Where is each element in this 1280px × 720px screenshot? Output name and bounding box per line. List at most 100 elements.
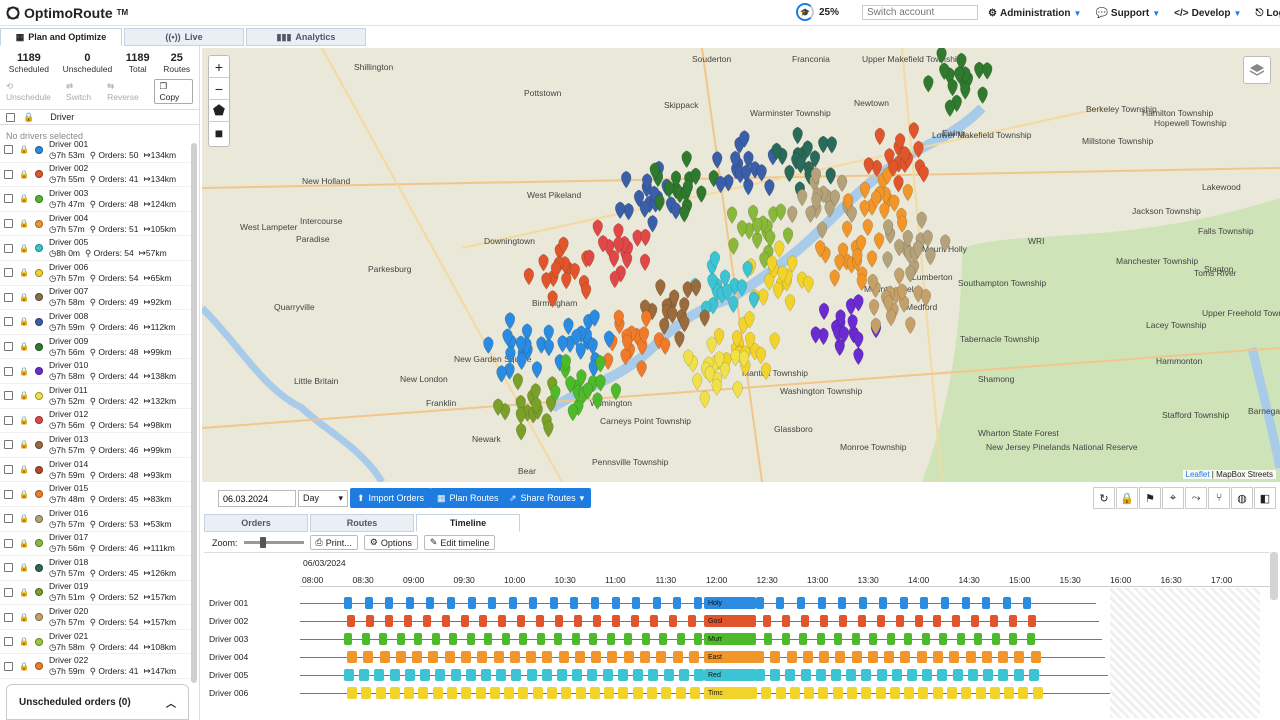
timeline-stop[interactable] xyxy=(361,687,372,699)
route-map[interactable]: Shillington Pottstown Souderton Franconia Up… xyxy=(202,48,1280,482)
timeline-stop[interactable] xyxy=(914,615,923,627)
timeline-stop[interactable] xyxy=(519,633,527,645)
timeline-stop[interactable] xyxy=(904,687,915,699)
panel-toggle-icon[interactable]: ◧ xyxy=(1254,487,1276,509)
driver-checkbox[interactable] xyxy=(4,587,13,597)
timeline-stop[interactable] xyxy=(673,597,682,609)
plan-routes-button[interactable]: ▦ Plan Routes xyxy=(430,488,506,508)
timeline-stop[interactable] xyxy=(611,615,620,627)
timeline-stop[interactable] xyxy=(555,615,564,627)
timeline-stop[interactable] xyxy=(688,651,699,663)
timeline-stop[interactable] xyxy=(886,633,895,645)
timeline-stop[interactable] xyxy=(641,633,650,645)
timeline-break[interactable]: Murr xyxy=(704,633,756,645)
lock-icon[interactable]: 🔒 xyxy=(19,662,29,671)
driver-checkbox[interactable] xyxy=(4,440,13,450)
timeline-stop[interactable] xyxy=(672,651,683,663)
lock-icon[interactable]: 🔒 xyxy=(1116,487,1138,509)
timeline-stop[interactable] xyxy=(802,651,813,663)
timeline-stop[interactable] xyxy=(675,687,686,699)
driver-checkbox[interactable] xyxy=(4,563,13,573)
timeline-stop[interactable] xyxy=(623,651,634,663)
timeline-stop[interactable] xyxy=(678,669,689,681)
timeline-stop[interactable] xyxy=(975,687,986,699)
timeline-stop[interactable] xyxy=(981,651,992,663)
driver-checkbox[interactable] xyxy=(4,514,13,524)
timeline-stop[interactable] xyxy=(694,669,704,681)
timeline-stop[interactable] xyxy=(488,597,497,609)
timeline-stop[interactable] xyxy=(475,687,486,699)
timeline-stop[interactable] xyxy=(648,669,659,681)
timeline-stop[interactable] xyxy=(446,597,455,609)
timeline-stop[interactable] xyxy=(1013,669,1024,681)
timeline-stop[interactable] xyxy=(640,651,651,663)
driver-row[interactable]: 🔒 Driver 022 ◷7h 59m ⚲ Orders: 41 ↦147km xyxy=(0,654,192,680)
driver-row[interactable]: 🔒 Driver 010 ◷7h 58m ⚲ Orders: 44 ↦138km xyxy=(0,359,192,384)
timeline-stop[interactable] xyxy=(385,597,394,609)
driver-checkbox[interactable] xyxy=(4,317,13,327)
unscheduled-orders-panel[interactable]: Unscheduled orders (0) ︿ xyxy=(6,684,189,720)
timeline-stop[interactable] xyxy=(834,633,842,645)
draw-rectangle-icon[interactable]: ■ xyxy=(208,122,230,144)
timeline-stop[interactable] xyxy=(589,633,597,645)
driver-row[interactable]: 🔒 Driver 021 ◷7h 58m ⚲ Orders: 44 ↦108km xyxy=(0,630,192,655)
timeline-stop[interactable] xyxy=(589,687,600,699)
timeline-stop[interactable] xyxy=(441,615,450,627)
driver-checkbox[interactable] xyxy=(4,194,13,204)
lock-icon[interactable]: 🔒 xyxy=(19,219,29,228)
driver-checkbox[interactable] xyxy=(4,489,13,499)
timeline-stop[interactable] xyxy=(770,669,781,681)
lock-icon[interactable]: 🔒 xyxy=(19,244,29,253)
timeline-stop[interactable] xyxy=(817,597,826,609)
edit-timeline-button[interactable]: ✎ Edit timeline xyxy=(423,535,496,550)
timeline-stop[interactable] xyxy=(804,687,815,699)
driver-checkbox[interactable] xyxy=(4,366,13,376)
timeline-stop[interactable] xyxy=(775,687,786,699)
timeline-stop[interactable] xyxy=(818,687,829,699)
timeline-stop[interactable] xyxy=(479,615,488,627)
timeline-stop[interactable] xyxy=(365,615,374,627)
timeline-stop[interactable] xyxy=(587,669,598,681)
globe-icon[interactable]: ◍ xyxy=(1231,487,1253,509)
timeline-stop[interactable] xyxy=(396,633,405,645)
lock-icon[interactable]: 🔒 xyxy=(19,342,29,351)
reverse-button[interactable]: ⇆ Reverse xyxy=(107,81,146,102)
timeline-stop[interactable] xyxy=(557,669,568,681)
logout-button[interactable]: ⎋Logout xyxy=(1255,8,1280,19)
timeline-stop[interactable] xyxy=(379,651,390,663)
driver-checkbox[interactable] xyxy=(4,292,13,302)
timeline-stop[interactable] xyxy=(789,687,800,699)
timeline-stop[interactable] xyxy=(632,687,643,699)
share-routes-button[interactable]: ⇗ Share Routes ▾ xyxy=(502,488,592,508)
driver-checkbox[interactable] xyxy=(4,219,13,229)
timeline-stop[interactable] xyxy=(526,669,537,681)
driver-checkbox[interactable] xyxy=(4,391,13,401)
timeline-stop[interactable] xyxy=(426,597,435,609)
lock-icon[interactable]: 🔒 xyxy=(19,539,29,548)
timeline-stop[interactable] xyxy=(647,687,657,699)
timeline-stop[interactable] xyxy=(867,651,878,663)
driver-row[interactable]: 🔒 Driver 006 ◷7h 57m ⚲ Orders: 54 ↦65km xyxy=(0,261,192,286)
timeline-stop[interactable] xyxy=(983,669,994,681)
timeline-stop[interactable] xyxy=(933,651,944,663)
timeline-stop[interactable] xyxy=(920,597,929,609)
timeline-stop[interactable] xyxy=(876,669,887,681)
timeline-stop[interactable] xyxy=(939,633,947,645)
timeline-stop[interactable] xyxy=(450,669,461,681)
timeline-zoom-slider[interactable] xyxy=(243,537,304,548)
tab-timeline[interactable]: Timeline xyxy=(416,514,520,532)
timeline-stop[interactable] xyxy=(414,633,422,645)
zoom-out-button[interactable]: − xyxy=(208,78,230,100)
timeline-stop[interactable] xyxy=(846,669,857,681)
timeline-stop[interactable] xyxy=(895,615,904,627)
timeline-stop[interactable] xyxy=(412,651,423,663)
timeline-stop[interactable] xyxy=(529,597,538,609)
timeline-stop[interactable] xyxy=(432,687,443,699)
timeline-stop[interactable] xyxy=(572,669,583,681)
timeline-stop[interactable] xyxy=(754,669,765,681)
timeline-stop[interactable] xyxy=(618,687,629,699)
driver-row[interactable]: 🔒 Driver 001 ◷7h 53m ⚲ Orders: 50 ↦134km xyxy=(0,138,192,163)
timeline-stop[interactable] xyxy=(633,669,644,681)
timeline-stop[interactable] xyxy=(1026,633,1035,645)
timeline-stop[interactable] xyxy=(786,651,797,663)
